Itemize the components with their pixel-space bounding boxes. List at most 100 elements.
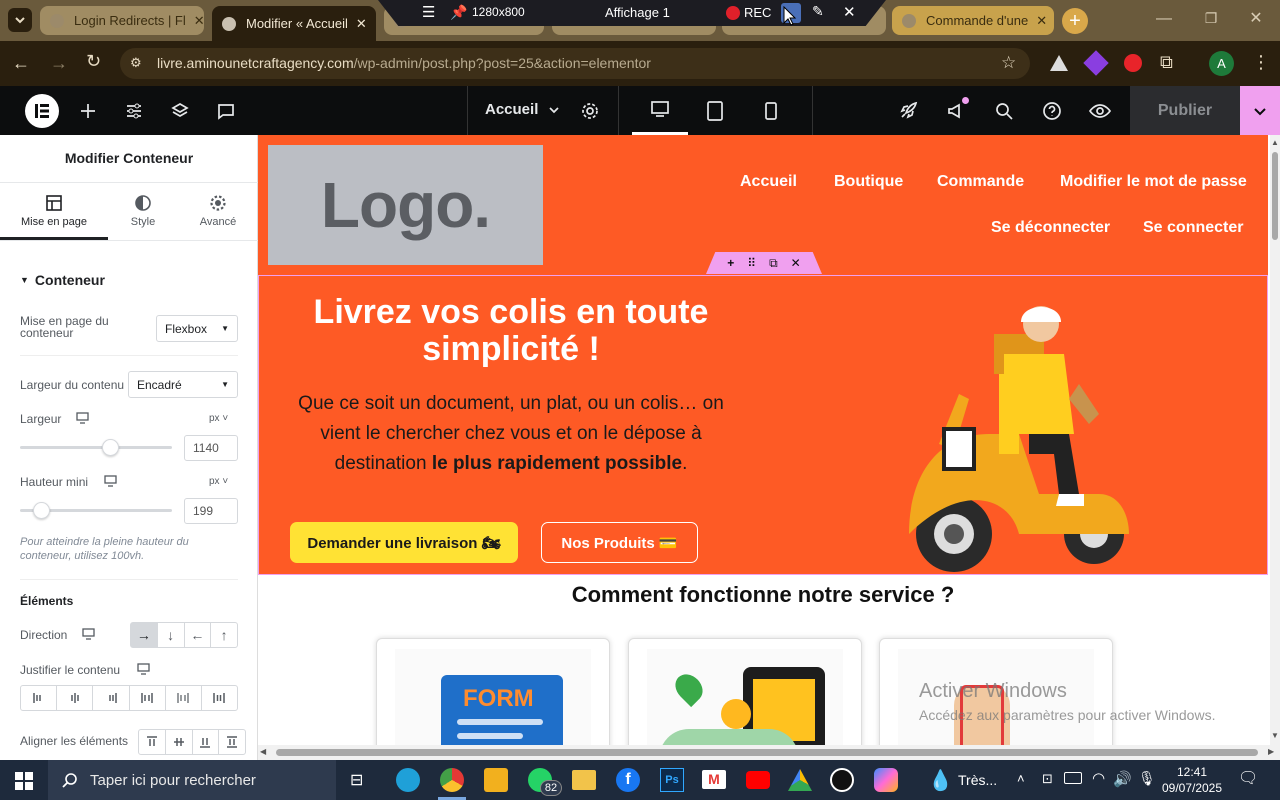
task-view-icon[interactable]: ⊟ <box>350 770 363 790</box>
justify-space-around-icon[interactable] <box>164 686 201 710</box>
products-button[interactable]: Nos Produits 💳 <box>541 522 698 563</box>
publish-button[interactable]: Publier <box>1130 86 1240 135</box>
desktop-icon[interactable] <box>82 628 95 640</box>
elementor-logo-icon[interactable] <box>25 94 59 128</box>
forward-icon[interactable]: → <box>50 53 68 74</box>
reload-icon[interactable]: ↻ <box>86 51 101 72</box>
arrow-up-icon[interactable]: ↑ <box>210 623 237 647</box>
justify-center-icon[interactable] <box>56 686 92 710</box>
width-slider-track[interactable] <box>20 439 172 456</box>
notification-center-icon[interactable]: 🗨 <box>1238 768 1258 788</box>
notes-comment-icon[interactable] <box>217 102 235 120</box>
tab-style[interactable]: Style <box>108 183 178 240</box>
show-hidden-icons-icon[interactable]: ˄ <box>1017 771 1025 786</box>
justify-space-evenly-icon[interactable] <box>200 686 237 710</box>
arrow-right-icon[interactable]: → <box>131 623 157 647</box>
align-center-icon[interactable] <box>164 730 192 754</box>
service-card[interactable]: FORM <box>376 638 610 745</box>
horizontal-scroll-thumb[interactable] <box>276 749 1258 756</box>
minimize-icon[interactable]: — <box>1150 10 1178 30</box>
min-height-slider-track[interactable] <box>20 502 172 519</box>
tab-advanced[interactable]: Avancé <box>178 183 258 240</box>
extension-icon[interactable] <box>1124 54 1142 72</box>
gmail-icon[interactable]: M <box>702 770 726 789</box>
nav-link-boutique[interactable]: Boutique <box>834 173 903 191</box>
url-text[interactable]: livre.aminounetcraftagency.com/wp-admin/… <box>157 55 651 71</box>
photoshop-icon[interactable]: Ps <box>660 768 684 792</box>
browser-tab[interactable]: Login Redirects | Fl ✕ <box>40 6 204 35</box>
scroll-up-icon[interactable]: ▲ <box>1271 138 1279 147</box>
align-start-icon[interactable] <box>139 730 165 754</box>
close-icon[interactable]: ✕ <box>843 3 856 21</box>
duplicate-icon[interactable]: ⧉ <box>769 256 778 271</box>
scroll-left-icon[interactable]: ◀ <box>260 747 266 756</box>
whats-new-megaphone-icon[interactable] <box>946 101 966 121</box>
taskbar-search-box[interactable]: Taper ici pour rechercher <box>48 760 336 800</box>
record-button[interactable] <box>726 6 740 20</box>
structure-layers-icon[interactable] <box>171 102 189 120</box>
publish-options-button[interactable] <box>1240 86 1280 135</box>
volume-icon[interactable]: 🔊 <box>1113 770 1132 788</box>
facebook-icon[interactable]: f <box>616 768 640 792</box>
content-width-select[interactable]: Encadré ▼ <box>128 371 238 398</box>
width-slider-handle[interactable] <box>101 439 119 456</box>
min-height-unit-selector[interactable]: px ˅ <box>209 476 228 487</box>
kebab-menu-icon[interactable]: ⋮ <box>1252 52 1270 73</box>
drive-icon[interactable] <box>788 769 812 791</box>
tablet-icon[interactable] <box>706 100 724 122</box>
tab-layout[interactable]: Mise en page <box>0 183 108 240</box>
desktop-icon[interactable] <box>137 663 150 675</box>
weather-text[interactable]: Très... <box>958 772 997 788</box>
arrow-left-icon[interactable]: ← <box>183 623 211 647</box>
pencil-icon[interactable]: ✎ <box>812 3 824 20</box>
bookmark-star-icon[interactable]: ☆ <box>1001 53 1016 73</box>
puzzle-icon[interactable]: ⧉ <box>1160 52 1173 73</box>
new-tab-button[interactable]: + <box>1062 8 1088 34</box>
hero-container[interactable]: Livrez vos colis en toute simplicité ! Q… <box>258 275 1268 575</box>
vertical-scroll-thumb[interactable] <box>1272 152 1278 240</box>
desktop-icon[interactable] <box>76 412 89 424</box>
align-end-icon[interactable] <box>191 730 219 754</box>
youtube-icon[interactable] <box>746 771 770 789</box>
copilot-icon[interactable] <box>874 768 898 792</box>
microphone-icon[interactable]: 🎙 <box>1138 770 1156 787</box>
service-card[interactable] <box>628 638 862 745</box>
page-selector[interactable]: Accueil <box>485 101 560 118</box>
pin-icon[interactable]: 📌 <box>450 4 467 21</box>
justify-start-icon[interactable] <box>21 686 56 710</box>
tab-search-button[interactable] <box>8 8 32 32</box>
windows-start-icon[interactable] <box>15 772 33 790</box>
mobile-icon[interactable] <box>764 101 778 121</box>
nav-link-commande[interactable]: Commande <box>937 173 1024 191</box>
site-settings-icon[interactable] <box>125 102 143 120</box>
drag-handle-icon[interactable]: ⠿ <box>747 256 756 270</box>
close-icon[interactable]: ✕ <box>1028 13 1047 29</box>
preview-eye-icon[interactable] <box>1089 101 1111 121</box>
rocket-icon[interactable] <box>898 101 918 121</box>
site-logo[interactable]: Logo. <box>268 145 543 265</box>
min-height-input[interactable]: 199 <box>184 498 238 524</box>
nav-link-login[interactable]: Se connecter <box>1143 219 1243 237</box>
scroll-right-icon[interactable]: ▶ <box>1268 747 1274 756</box>
recorder-app-icon[interactable] <box>830 768 854 792</box>
close-icon[interactable]: ✕ <box>186 13 204 29</box>
delete-icon[interactable]: ✕ <box>791 256 801 270</box>
scroll-down-icon[interactable]: ▼ <box>1271 731 1279 740</box>
desktop-icon[interactable] <box>104 475 117 487</box>
desktop-view-button[interactable] <box>632 86 688 135</box>
back-icon[interactable]: ← <box>12 53 30 74</box>
add-element-icon[interactable] <box>79 102 97 120</box>
nav-link-logout[interactable]: Se déconnecter <box>991 219 1110 237</box>
browser-tab[interactable]: Commande d'une ✕ <box>892 6 1054 35</box>
clock[interactable]: 12:41 09/07/2025 <box>1160 764 1224 796</box>
page-settings-gear-icon[interactable] <box>580 101 600 121</box>
nav-link-accueil[interactable]: Accueil <box>740 173 797 191</box>
close-icon[interactable]: ✕ <box>348 16 367 32</box>
wifi-icon[interactable]: ◠ <box>1092 769 1105 787</box>
store-icon[interactable] <box>484 768 508 792</box>
menu-icon[interactable]: ☰ <box>422 3 435 21</box>
battery-icon[interactable] <box>1064 772 1082 784</box>
weather-icon[interactable]: 💧 <box>928 768 953 793</box>
meet-icon[interactable]: ⊡ <box>1042 771 1053 787</box>
browser-tab-active[interactable]: Modifier « Accueil ✕ <box>212 6 376 41</box>
